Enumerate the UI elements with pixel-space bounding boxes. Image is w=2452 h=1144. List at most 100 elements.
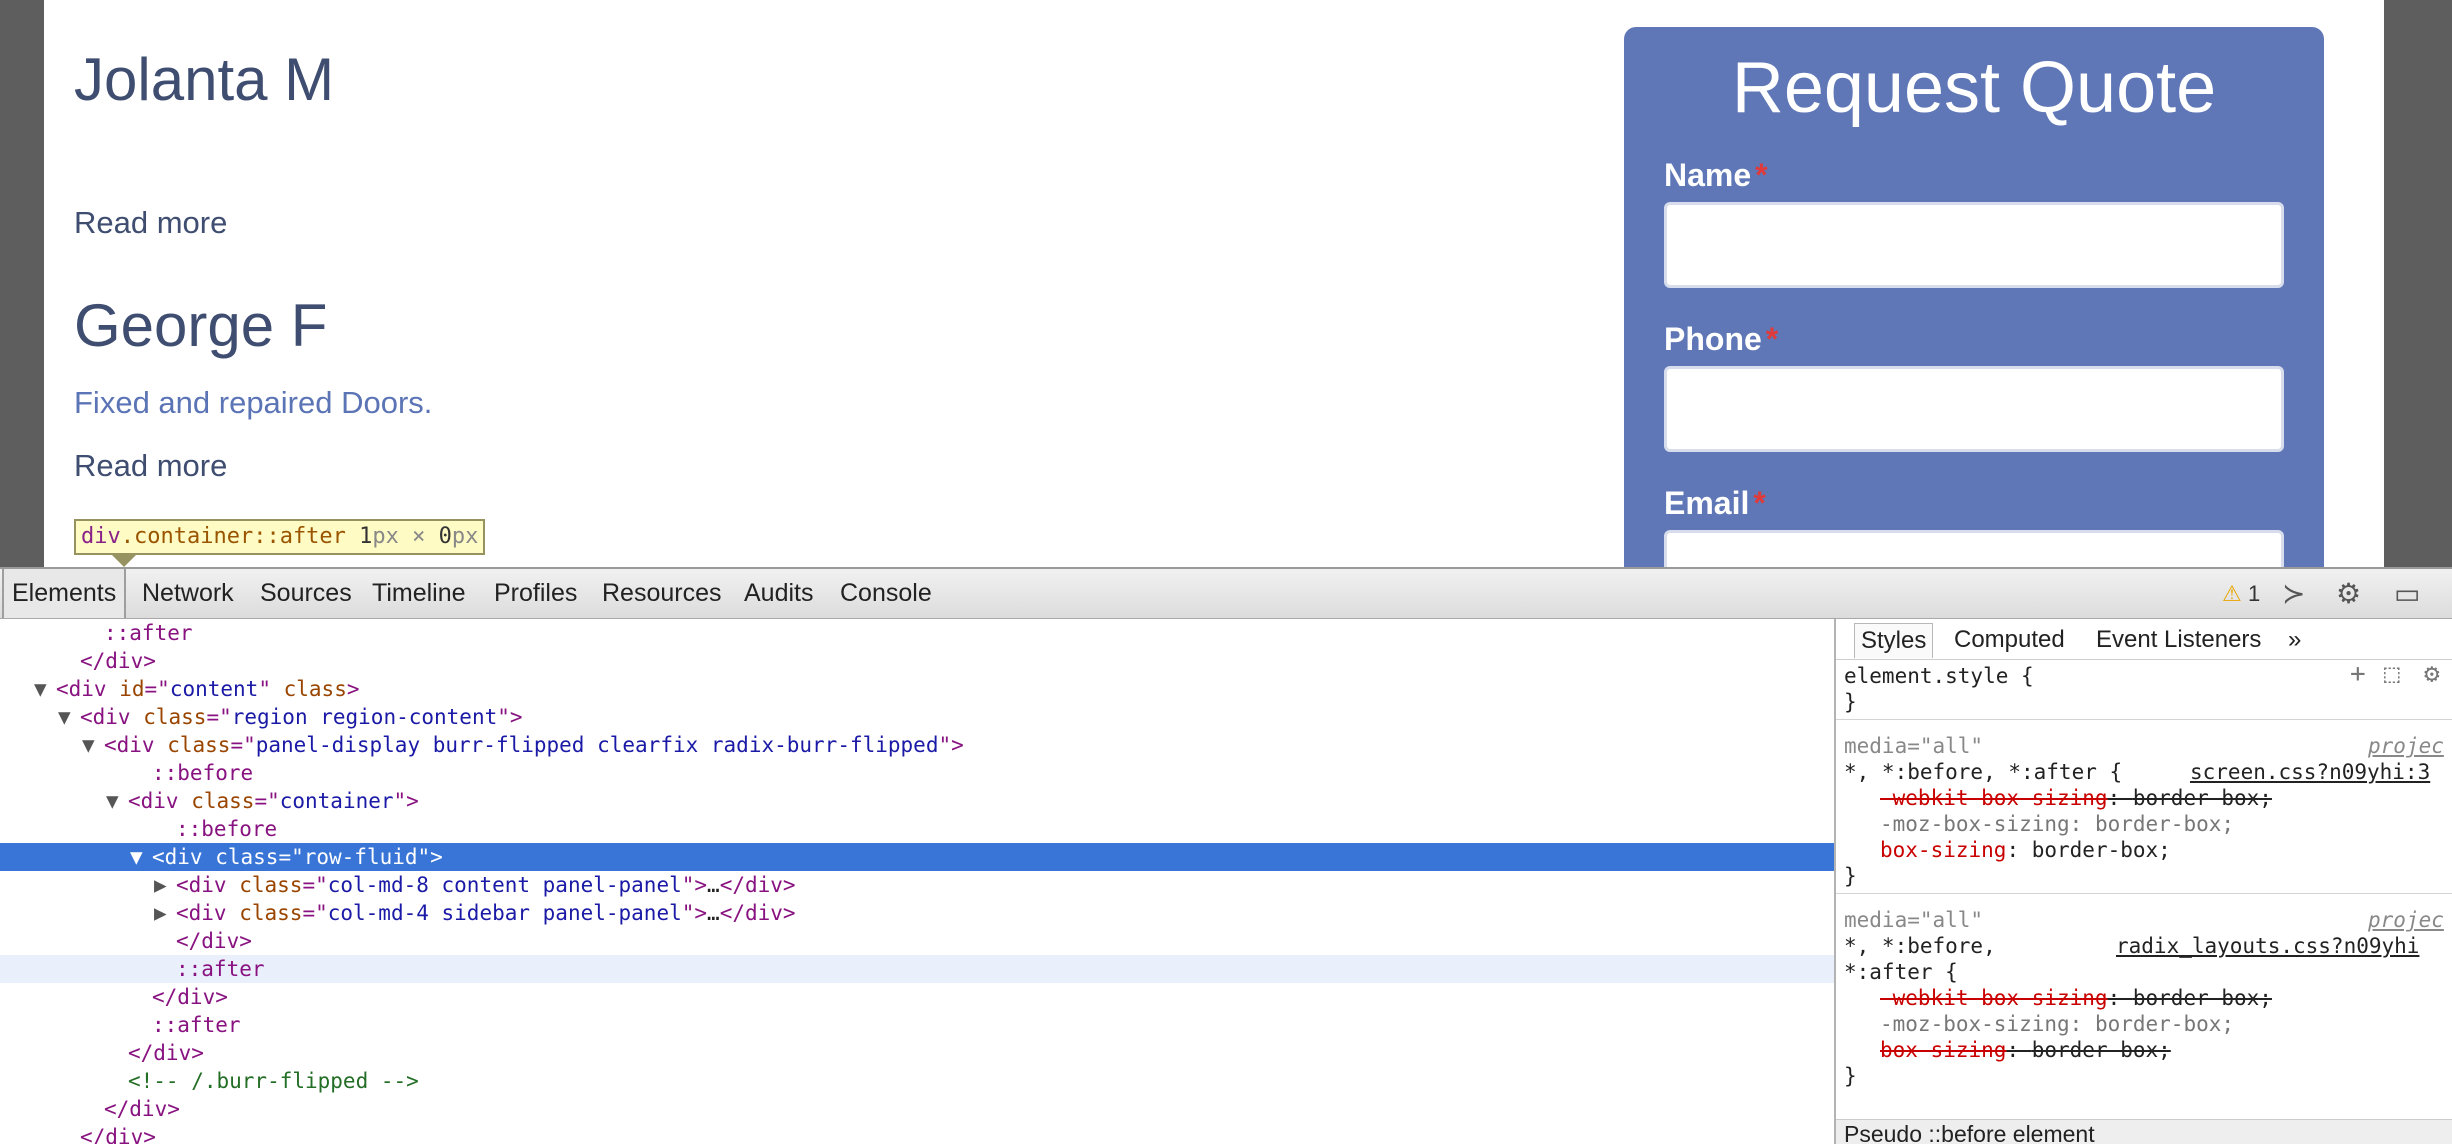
console-drawer-icon[interactable]: ≻ [2282,569,2305,618]
dom-token: " [258,677,284,701]
inspect-element-tooltip: div.container::after 1px × 0px [74,519,486,567]
dom-tree-node[interactable]: ▶ <div class="col-md-4 sidebar panel-pane… [0,899,1834,927]
dom-token: container [279,789,394,813]
tab-sources[interactable]: Sources [252,569,360,618]
tab-styles[interactable]: Styles [1854,623,1934,658]
dom-tree-node[interactable]: </div> [0,1123,1834,1144]
dom-tree-node[interactable]: <!-- /.burr-flipped --> [0,1067,1834,1095]
media-source-link[interactable]: projec [2368,907,2444,933]
dom-tree-node[interactable]: ▶ <div class="col-md-8 content panel-pane… [0,871,1834,899]
dom-tree-node[interactable]: ::before [0,815,1834,843]
css-property[interactable]: -moz-box-sizing: border-box; [1880,811,2234,837]
dom-token: … [707,901,720,925]
property-name: -moz-box-sizing [1880,812,2070,836]
elements-dom-tree[interactable]: ::after </div> ▼ <div id="content" class> ▼ <… [0,619,1834,1144]
collapse-triangle-icon[interactable]: ▼ [106,787,128,815]
read-more-link[interactable]: Read more [74,448,227,484]
tab-audits[interactable]: Audits [736,569,821,618]
collapse-triangle-icon[interactable]: ▼ [130,843,152,871]
tab-resources[interactable]: Resources [594,569,730,618]
styles-tab-bar: Styles Computed Event Listeners » [1836,619,2452,660]
dom-token: </div> [80,1125,156,1144]
dom-tree-node[interactable]: ::after [0,619,1834,647]
dom-token: </div> [719,873,796,897]
css-property[interactable]: -webkit-box-sizing: border-box; [1880,985,2272,1011]
dom-tree-node[interactable]: </div> [0,1039,1834,1067]
rule-selector[interactable]: *, *:before, *:after { [1844,759,2122,785]
css-property[interactable]: -moz-box-sizing: border-box; [1880,1011,2234,1037]
tab-console[interactable]: Console [832,569,940,618]
warning-count: 1 [2248,581,2261,606]
dom-tree-node[interactable]: ▼ <div id="content" class> [0,675,1834,703]
required-mark: * [1765,321,1779,357]
phone-label: Phone * [1664,321,1778,358]
media-source-link[interactable]: projec [2368,733,2444,759]
dom-token: class [239,901,303,925]
email-input[interactable] [1664,530,2284,567]
tab-profiles[interactable]: Profiles [486,569,585,618]
css-property[interactable]: -webkit-box-sizing: border-box; [1880,785,2272,811]
dom-token: <div [56,677,120,701]
collapse-triangle-icon[interactable]: ▼ [34,675,56,703]
styles-gear-icon[interactable]: ⚙ [2424,661,2440,687]
dom-tree-node[interactable]: </div> [0,647,1834,675]
pseudo-element-header[interactable]: Pseudo ::before element [1836,1119,2452,1144]
tooltip-class: .container [120,524,254,549]
stylesheet-link[interactable]: radix_layouts.css?n09yhi [2116,933,2419,959]
tooltip-times: × [412,524,426,549]
stylesheet-link[interactable]: screen.css?n09yhi:3 [2190,759,2430,785]
dom-token: col-md-8 content panel-panel [327,873,682,897]
dom-tree-node[interactable]: ▼ <div class="row-fluid"> [0,843,1834,871]
settings-gear-icon[interactable]: ⚙ [2336,569,2361,618]
tab-computed[interactable]: Computed [1948,623,2071,657]
name-label: Name * [1664,157,1768,194]
dom-token: =" [254,789,280,813]
dom-token: ::before [176,817,278,841]
dom-token: region region-content [231,705,498,729]
tab-elements[interactable]: Elements [2,569,127,618]
property-value: border-box; [2031,838,2171,862]
phone-input[interactable] [1664,366,2284,452]
expand-triangle-icon[interactable]: ▶ [154,899,176,927]
warning-counter[interactable]: ⚠ 1 [2222,569,2260,618]
phone-label-text: Phone [1664,321,1762,357]
styles-sidebar: Styles Computed Event Listeners » + ⬚ ⚙ … [1834,619,2452,1144]
element-style-selector[interactable]: element.style { [1844,663,2034,689]
dom-tree-node[interactable]: </div> [0,1095,1834,1123]
dom-tree-node[interactable]: </div> [0,983,1834,1011]
name-input[interactable] [1664,202,2284,288]
tab-timeline[interactable]: Timeline [364,569,474,618]
rule-close-brace: } [1844,864,1857,888]
expand-triangle-icon[interactable]: ▶ [154,871,176,899]
required-mark: * [1755,157,1768,193]
dock-toggle-icon[interactable]: ▭ [2394,569,2420,618]
dom-tree-node[interactable]: ::after [0,1011,1834,1039]
dom-token: … [707,873,720,897]
more-tabs-chevron[interactable]: » [2282,623,2307,657]
property-name: -moz-box-sizing [1880,1012,2070,1036]
read-more-link[interactable]: Read more [74,205,227,241]
email-label: Email * [1664,485,1766,522]
dom-tree-node[interactable]: </div> [0,927,1834,955]
dom-tree-node[interactable]: ▼ <div class="region region-content"> [0,703,1834,731]
dom-tree-node[interactable]: ::after [0,955,1834,983]
dom-token: <div [80,705,144,729]
css-property[interactable]: box-sizing: border-box; [1880,1037,2171,1063]
dom-tree-node[interactable]: ::before [0,759,1834,787]
add-rule-icon[interactable]: + [2350,661,2366,687]
tab-event-listeners[interactable]: Event Listeners [2090,623,2267,657]
browser-viewport: Jolanta M Read more George F Fixed and r… [0,0,2452,567]
dom-token: "> [681,873,708,897]
collapse-triangle-icon[interactable]: ▼ [58,703,80,731]
tab-network[interactable]: Network [134,569,242,618]
dom-tree-node[interactable]: ▼ <div class="container"> [0,787,1834,815]
dom-token: <div [152,845,216,869]
rule-selector-cont[interactable]: *:after { [1844,959,1958,985]
collapse-triangle-icon[interactable]: ▼ [82,731,104,759]
property-value: border-box; [2094,812,2235,836]
dom-token: </div> [104,1097,180,1121]
css-property[interactable]: box-sizing: border-box; [1880,837,2171,863]
dom-tree-node[interactable]: ▼ <div class="panel-display burr-flipped … [0,731,1834,759]
element-state-icon[interactable]: ⬚ [2384,661,2400,687]
rule-selector[interactable]: *, *:before, [1844,933,1996,959]
